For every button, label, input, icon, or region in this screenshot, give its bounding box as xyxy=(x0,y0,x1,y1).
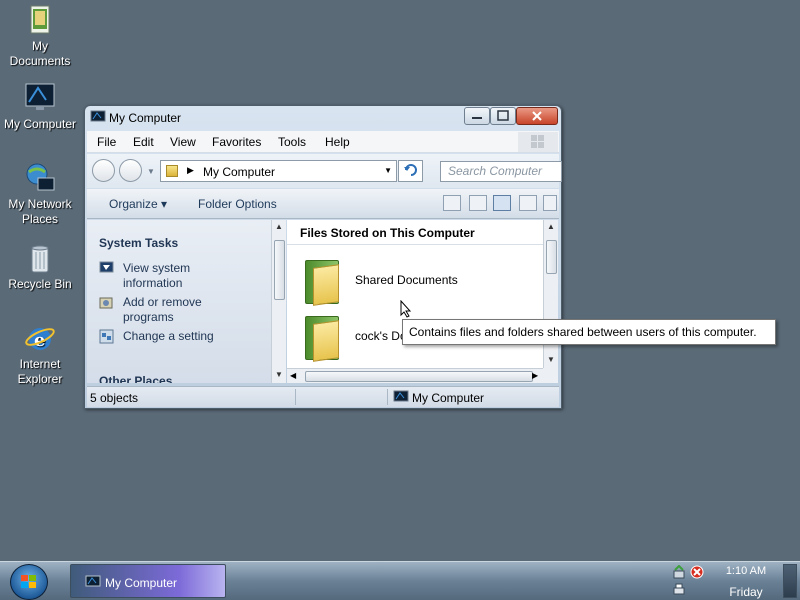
mouse-cursor-icon xyxy=(400,299,412,318)
windows-logo-icon xyxy=(518,132,558,152)
programs-icon xyxy=(99,295,114,310)
organize-button[interactable]: Organize ▾ xyxy=(109,197,167,211)
desktop-icon-label: My Documents xyxy=(9,39,71,68)
address-field[interactable]: ▶ My Computer ▼ xyxy=(160,160,397,182)
tasks-pane: System Tasks View system information Add… xyxy=(87,220,272,383)
desktop-icon-my-computer[interactable]: My Computer xyxy=(0,82,80,132)
computer-icon xyxy=(90,110,106,124)
menu-file[interactable]: File xyxy=(97,135,116,149)
desktop-icon-network-places[interactable]: My Network Places xyxy=(0,162,80,227)
menu-tools[interactable]: Tools xyxy=(278,135,306,149)
printer-icon[interactable] xyxy=(672,583,686,597)
folder-options-button[interactable]: Folder Options xyxy=(198,197,277,211)
system-tasks-heading[interactable]: System Tasks xyxy=(99,236,178,250)
status-divider xyxy=(387,389,388,405)
scroll-right-icon[interactable]: ▶ xyxy=(532,371,538,380)
left-pane-scrollbar[interactable]: ▲ ▼ xyxy=(271,220,286,383)
desktop-icon-my-documents[interactable]: My Documents xyxy=(0,4,80,69)
taskbar-button-label: My Computer xyxy=(105,576,178,590)
address-text: My Computer xyxy=(203,165,276,179)
address-dropdown-icon[interactable]: ▼ xyxy=(384,166,392,175)
group-divider xyxy=(287,244,543,245)
object-count: 5 objects xyxy=(90,391,139,405)
details-view-icon[interactable] xyxy=(493,195,511,211)
clock-day[interactable]: Friday xyxy=(716,585,776,599)
file-list-hscrollbar[interactable]: ◀ ▶ xyxy=(287,368,543,383)
internet-explorer-icon: e xyxy=(24,322,56,354)
control-panel-icon xyxy=(99,329,114,344)
scroll-thumb[interactable] xyxy=(274,240,285,300)
folder-tooltip: Contains files and folders shared betwee… xyxy=(402,319,776,345)
list-view-icon[interactable] xyxy=(543,195,557,211)
menu-view[interactable]: View xyxy=(170,135,196,149)
start-button[interactable] xyxy=(10,564,48,600)
network-status-icon[interactable] xyxy=(672,564,686,579)
desktop-icon-label: Recycle Bin xyxy=(8,277,72,291)
menu-edit[interactable]: Edit xyxy=(133,135,154,149)
scroll-up-icon[interactable]: ▲ xyxy=(547,222,555,231)
folder-icon[interactable] xyxy=(305,260,341,306)
window-title: My Computer xyxy=(109,111,182,125)
forward-button[interactable] xyxy=(119,159,142,182)
search-input[interactable]: Search Computer xyxy=(440,161,562,182)
scroll-left-icon[interactable]: ◀ xyxy=(290,371,296,380)
scroll-down-icon[interactable]: ▼ xyxy=(275,370,283,379)
back-button[interactable] xyxy=(92,159,115,182)
desktop-icon-label: My Computer xyxy=(3,117,77,131)
maximize-button[interactable] xyxy=(490,107,516,125)
network-icon xyxy=(24,162,56,194)
group-heading: Files Stored on This Computer xyxy=(300,226,475,240)
breadcrumb-arrow-icon[interactable]: ▶ xyxy=(187,165,194,176)
icons-view-icon[interactable] xyxy=(519,195,537,211)
clock-time[interactable]: 1:10 AM xyxy=(716,565,776,577)
folder-item-shared-documents[interactable]: Shared Documents xyxy=(355,273,458,287)
show-desktop-button[interactable] xyxy=(783,564,797,598)
scroll-up-icon[interactable]: ▲ xyxy=(275,222,283,231)
close-button[interactable] xyxy=(516,107,558,125)
address-bar: ▼ ▶ My Computer ▼ Search Computer xyxy=(87,154,562,188)
folder-icon xyxy=(166,165,178,177)
taskbar: My Computer 1:10 AM Friday xyxy=(0,561,800,600)
command-toolbar: Organize ▾ Folder Options xyxy=(87,189,559,219)
menu-favorites[interactable]: Favorites xyxy=(212,135,261,149)
desktop-icon-label: Internet Explorer xyxy=(17,357,63,386)
other-places-heading[interactable]: Other Places xyxy=(99,374,172,383)
computer-icon xyxy=(24,82,56,114)
task-add-remove-programs[interactable]: Add or remove programs xyxy=(99,295,219,325)
status-location: My Computer xyxy=(412,391,485,405)
scroll-thumb[interactable] xyxy=(305,371,533,382)
task-view-system-information[interactable]: View system information xyxy=(99,261,209,291)
tiles-view-icon[interactable] xyxy=(469,195,487,211)
menu-help[interactable]: Help xyxy=(325,135,350,149)
documents-icon xyxy=(24,4,56,36)
status-divider xyxy=(295,389,296,405)
system-info-icon xyxy=(99,261,114,276)
computer-icon xyxy=(393,390,409,404)
menu-bar: File Edit View Favorites Tools Help xyxy=(87,131,559,153)
minimize-button[interactable] xyxy=(464,107,490,125)
scroll-thumb[interactable] xyxy=(546,240,557,274)
windows-flag-icon xyxy=(21,575,36,588)
security-alert-icon[interactable] xyxy=(690,565,704,579)
refresh-icon xyxy=(403,164,417,176)
recycle-bin-icon xyxy=(24,242,56,274)
thumbnails-view-icon[interactable] xyxy=(443,195,461,211)
recent-pages-dropdown-icon[interactable]: ▼ xyxy=(147,167,155,176)
desktop-icon-label: My Network Places xyxy=(8,197,72,226)
refresh-button[interactable] xyxy=(398,160,423,182)
folder-icon[interactable] xyxy=(305,316,341,362)
title-bar[interactable]: My Computer xyxy=(85,106,561,130)
desktop-icon-internet-explorer[interactable]: e Internet Explorer xyxy=(0,322,80,387)
file-list-vscrollbar[interactable]: ▲ ▼ xyxy=(543,220,558,368)
status-bar: 5 objects My Computer xyxy=(87,386,559,407)
scrollbar-corner xyxy=(543,368,558,383)
file-list-pane: Files Stored on This Computer Shared Doc… xyxy=(287,220,543,368)
explorer-window: My Computer File Edit View Favorites Too… xyxy=(84,105,562,409)
scroll-down-icon[interactable]: ▼ xyxy=(547,355,555,364)
task-change-setting[interactable]: Change a setting xyxy=(99,329,239,344)
taskbar-button-my-computer[interactable]: My Computer xyxy=(70,564,226,598)
desktop-icon-recycle-bin[interactable]: Recycle Bin xyxy=(0,242,80,292)
computer-icon xyxy=(85,575,101,589)
